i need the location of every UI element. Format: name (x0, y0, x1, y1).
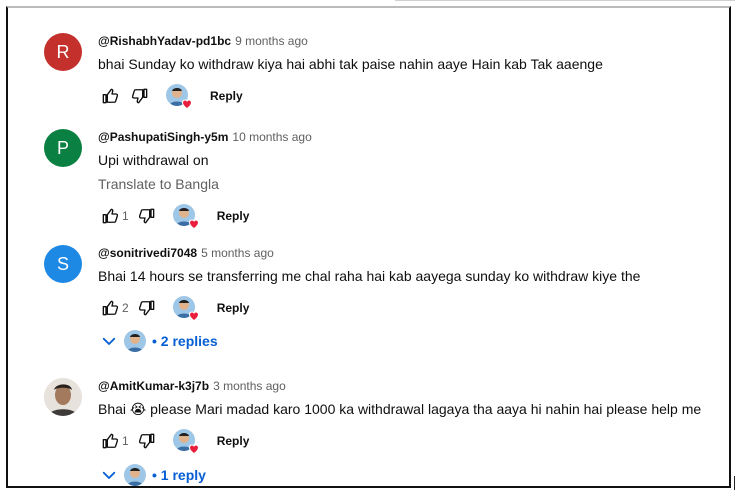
avatar-letter: S (56, 253, 69, 274)
creator-heart-icon (172, 296, 199, 322)
comment-text: Bhai 😭 please Mari madad karo 1000 ka wi… (98, 401, 702, 417)
thumb-down-icon[interactable] (135, 204, 159, 228)
comment-author[interactable]: @AmitKumar-k3j7b (98, 379, 209, 393)
comment-text: bhai Sunday ko withdraw kiya hai abhi ta… (98, 56, 603, 72)
comment-timestamp[interactable]: 3 months ago (213, 379, 286, 393)
like-count: 1 (122, 209, 129, 223)
avatar[interactable] (44, 378, 82, 416)
comment-timestamp[interactable]: 5 months ago (201, 246, 274, 260)
creator-heart-icon (172, 204, 199, 230)
text-cursor (734, 476, 735, 490)
reply-button[interactable]: Reply (217, 209, 250, 223)
creator-avatar (124, 330, 146, 352)
translate-link[interactable]: Translate to Bangla (98, 174, 724, 194)
comment-timestamp[interactable]: 10 months ago (232, 130, 311, 144)
view-replies-button[interactable]: • 1 reply (100, 464, 206, 486)
avatar[interactable]: S (44, 245, 82, 283)
reply-button[interactable]: Reply (210, 89, 243, 103)
avatar-letter: P (56, 137, 69, 158)
reply-button[interactable]: Reply (217, 301, 250, 315)
comment-author[interactable]: @sonitrivedi7048 (98, 246, 197, 260)
like-count: 2 (122, 301, 129, 315)
reply-button[interactable]: Reply (217, 434, 250, 448)
thumb-down-icon[interactable] (128, 84, 152, 108)
creator-heart-icon (166, 84, 193, 110)
avatar[interactable]: P (44, 129, 82, 167)
replies-count[interactable]: • 2 replies (152, 333, 218, 349)
thumb-up-icon[interactable] (98, 429, 122, 453)
comment-author[interactable]: @RishabhYadav-pd1bc (98, 34, 231, 48)
replies-count[interactable]: • 1 reply (152, 467, 206, 483)
chevron-down-icon (102, 337, 116, 345)
avatar[interactable]: R (44, 33, 82, 71)
chevron-down-icon (102, 471, 116, 479)
comment-text: Bhai 14 hours se transferring me chal ra… (98, 268, 641, 284)
view-replies-button[interactable]: • 2 replies (100, 330, 218, 352)
thumb-down-icon[interactable] (135, 429, 159, 453)
top-divider (395, 0, 735, 1)
avatar-letter: R (56, 41, 70, 62)
creator-avatar (124, 464, 146, 486)
like-count: 1 (122, 434, 129, 448)
comment-author[interactable]: @PashupatiSingh-y5m (98, 130, 228, 144)
thumb-down-icon[interactable] (135, 296, 159, 320)
creator-heart-icon (172, 429, 199, 455)
comment-timestamp[interactable]: 9 months ago (235, 34, 308, 48)
comment-text: Upi withdrawal on (98, 152, 209, 168)
thumb-up-icon[interactable] (98, 296, 122, 320)
thumb-up-icon[interactable] (98, 204, 122, 228)
thumb-up-icon[interactable] (98, 84, 122, 108)
